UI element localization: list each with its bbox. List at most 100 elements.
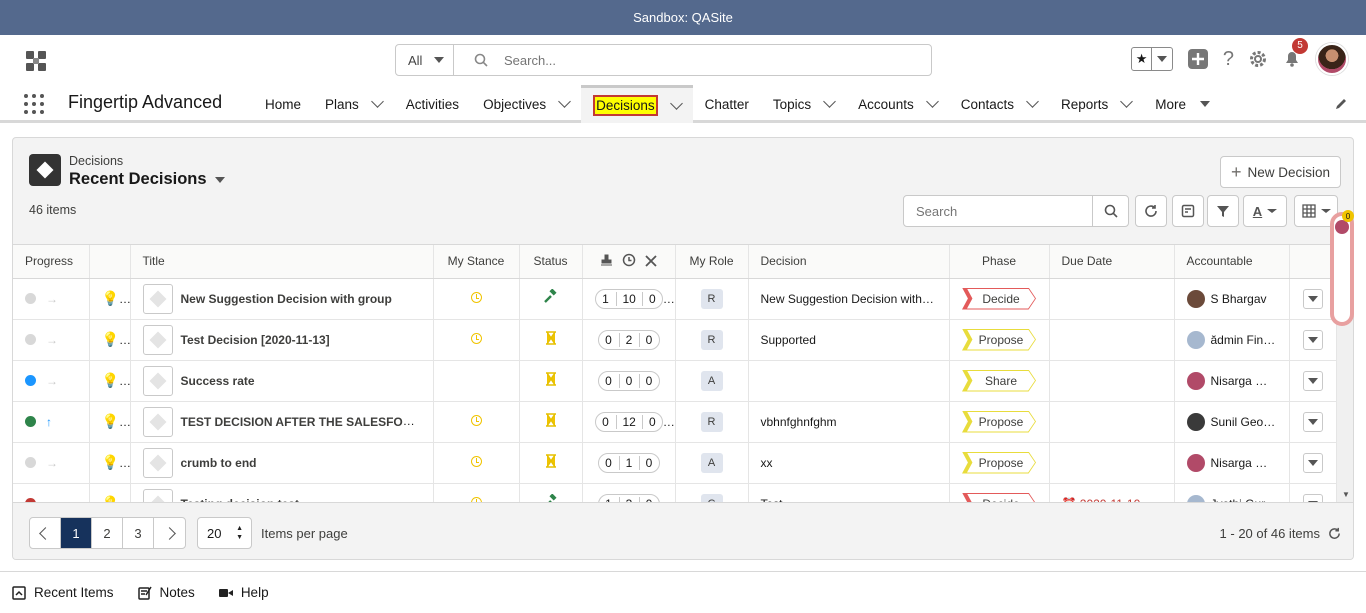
global-add-icon[interactable] [1187, 48, 1209, 70]
decision-title[interactable]: New Suggestion Decision with group [181, 292, 392, 306]
app-launcher-icon[interactable] [24, 94, 46, 114]
chevron-down-icon[interactable] [214, 176, 225, 183]
table-row[interactable]: → 💡 Test Decision [2020-11-13] 020 R Sup… [13, 319, 1337, 361]
decision-title[interactable]: TEST DECISION AFTER THE SALESFORCE U... [181, 414, 433, 429]
user-avatar[interactable] [1316, 43, 1348, 75]
row-actions-button[interactable] [1302, 370, 1323, 391]
gear-icon[interactable] [1248, 49, 1268, 69]
my-stance-cell[interactable] [433, 360, 520, 402]
idea-cell[interactable]: 💡 [89, 401, 131, 443]
idea-cell[interactable]: 💡 [89, 442, 131, 484]
filter-button[interactable] [1207, 195, 1239, 227]
title-cell[interactable]: Test Decision [2020-11-13] [130, 319, 434, 361]
chevron-down-icon[interactable] [370, 95, 384, 108]
decision-title[interactable]: Success rate [181, 374, 255, 388]
table-row[interactable]: → 💡 Testing decision test 130 C Test Dec… [13, 483, 1337, 502]
page-button-3[interactable]: 3 [123, 518, 154, 548]
chevron-down-icon[interactable] [1120, 95, 1134, 108]
title-cell[interactable]: Testing decision test [130, 483, 434, 502]
accountable-cell[interactable]: Jyothi Gur... [1174, 483, 1290, 502]
list-search-button[interactable] [1092, 196, 1128, 226]
row-actions-button[interactable] [1302, 411, 1323, 432]
chevron-down-icon[interactable] [925, 95, 939, 108]
help-icon[interactable]: ? [1223, 48, 1234, 71]
my-stance-cell[interactable] [433, 278, 520, 320]
new-decision-button[interactable]: + New Decision [1219, 156, 1341, 188]
column-header-accountable[interactable]: Accountable [1174, 245, 1290, 279]
column-header-my-stance[interactable]: My Stance [433, 245, 520, 279]
nav-tab-more[interactable]: More [1143, 85, 1222, 123]
decision-title[interactable]: Test Decision [2020-11-13] [181, 333, 330, 347]
accountable-cell[interactable]: ădmin Fină... [1174, 319, 1290, 361]
row-actions-button[interactable] [1302, 288, 1323, 309]
accountable-name[interactable]: Sunil George [1211, 415, 1277, 429]
accountable-cell[interactable]: Nisarga Go... [1174, 442, 1290, 484]
column-header-phase[interactable]: Phase [949, 245, 1050, 279]
nav-tab-activities[interactable]: Activities [394, 85, 471, 123]
accountable-name[interactable]: S Bhargav [1211, 292, 1267, 306]
lightbulb-icon[interactable]: 💡 [102, 372, 130, 388]
my-stance-cell[interactable] [433, 442, 520, 484]
utility-recent-items[interactable]: Recent Items [12, 585, 114, 600]
page-button-2[interactable]: 2 [92, 518, 123, 548]
nav-tab-contacts[interactable]: Contacts [949, 85, 1049, 123]
next-page-button[interactable] [154, 518, 185, 548]
accountable-name[interactable]: Nisarga Go... [1211, 374, 1277, 388]
search-scope-select[interactable]: All [396, 45, 454, 75]
nav-tab-home[interactable]: Home [253, 85, 313, 123]
items-per-page-stepper[interactable]: 20 ▲ ▼ [197, 517, 252, 549]
nav-tab-accounts[interactable]: Accounts [846, 85, 949, 123]
floating-utility-panel[interactable]: 0 [1330, 210, 1354, 326]
accountable-cell[interactable]: Sunil George [1174, 401, 1290, 443]
decision-title[interactable]: crumb to end [181, 456, 257, 470]
column-header-votes[interactable] [582, 245, 676, 279]
table-row[interactable]: ↑ 💡 TEST DECISION AFTER THE SALESFORCE U… [13, 401, 1337, 443]
idea-cell[interactable]: 💡 [89, 319, 131, 361]
accountable-cell[interactable]: S Bhargav [1174, 278, 1290, 320]
idea-cell[interactable]: 💡 [89, 483, 131, 502]
notifications-button[interactable]: 5 [1282, 37, 1308, 71]
column-header-status[interactable]: Status [519, 245, 583, 279]
column-header-due-date[interactable]: Due Date [1049, 245, 1175, 279]
list-search-input[interactable] [904, 196, 1092, 226]
column-header-decision[interactable]: Decision [748, 245, 950, 279]
chevron-down-icon[interactable] [558, 95, 571, 108]
prev-page-button[interactable] [30, 518, 61, 548]
nav-tab-reports[interactable]: Reports [1049, 85, 1143, 123]
refresh-button[interactable] [1135, 195, 1167, 227]
title-cell[interactable]: New Suggestion Decision with group [130, 278, 434, 320]
title-cell[interactable]: Success rate [130, 360, 434, 402]
org-logo-icon[interactable] [24, 49, 48, 73]
edit-nav-pencil-icon[interactable] [1334, 97, 1348, 111]
accountable-name[interactable]: Nisarga Go... [1211, 456, 1277, 470]
column-header-progress[interactable]: Progress [13, 245, 90, 279]
lightbulb-icon[interactable]: 💡 [102, 454, 130, 470]
nav-tab-topics[interactable]: Topics [761, 85, 846, 123]
nav-tab-objectives[interactable]: Objectives [471, 85, 581, 123]
utility-help[interactable]: Help [218, 585, 269, 600]
table-row[interactable]: → 💡 crumb to end 010 A xx Propose Nisarg… [13, 442, 1337, 484]
scroll-down-icon[interactable]: ▼ [1342, 490, 1350, 499]
row-actions-button[interactable] [1302, 329, 1323, 350]
column-header-my-role[interactable]: My Role [675, 245, 749, 279]
my-stance-cell[interactable] [433, 319, 520, 361]
utility-notes[interactable]: Notes [137, 585, 195, 600]
stepper-arrows-icon[interactable]: ▲ ▼ [236, 524, 243, 542]
my-stance-cell[interactable] [433, 483, 520, 502]
idea-cell[interactable]: 💡 [89, 278, 131, 320]
idea-cell[interactable]: 💡 [89, 360, 131, 402]
star-icon[interactable]: ★ [1132, 48, 1152, 70]
my-stance-cell[interactable] [433, 401, 520, 443]
accountable-name[interactable]: ădmin Fină... [1211, 333, 1277, 347]
chevron-down-icon[interactable] [1151, 48, 1172, 70]
row-actions-button[interactable] [1302, 452, 1323, 473]
page-button-1[interactable]: 1 [61, 518, 92, 548]
text-format-button[interactable]: A [1243, 195, 1287, 227]
chart-toggle-button[interactable] [1172, 195, 1204, 227]
title-cell[interactable]: TEST DECISION AFTER THE SALESFORCE U... [130, 401, 434, 443]
lightbulb-icon[interactable]: 💡 [102, 290, 130, 306]
nav-tab-decisions[interactable]: Decisions [581, 85, 693, 123]
lightbulb-icon[interactable]: 💡 [102, 331, 130, 347]
title-cell[interactable]: crumb to end [130, 442, 434, 484]
table-row[interactable]: → 💡 Success rate 000 A Share Nisarga Go.… [13, 360, 1337, 402]
